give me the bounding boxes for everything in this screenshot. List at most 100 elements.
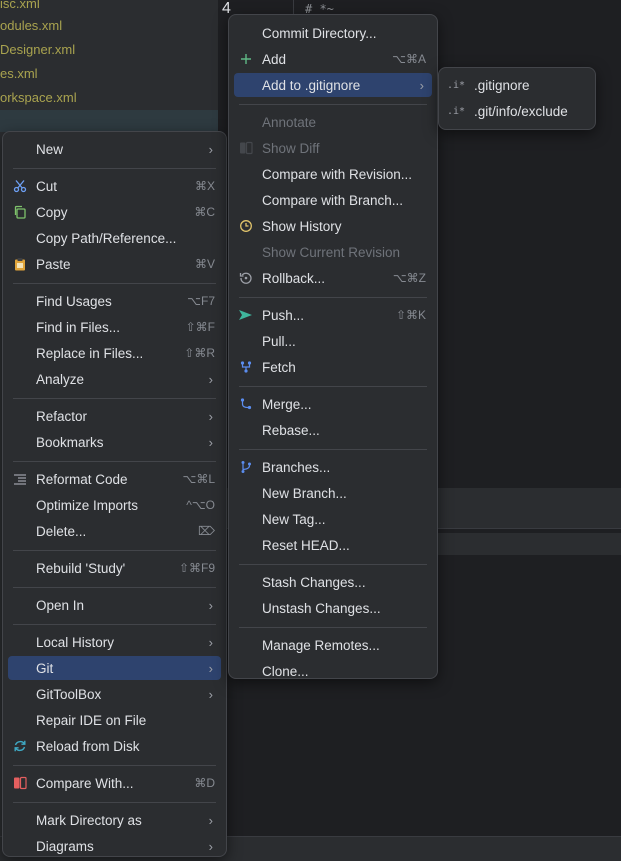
menu-item-label: Copy	[36, 204, 68, 220]
menu-item-copy-path-reference[interactable]: Copy Path/Reference...	[8, 226, 221, 250]
menu-item-label: Copy Path/Reference...	[36, 230, 177, 246]
chevron-right-icon: ›	[208, 434, 213, 450]
shortcut-hint: ⌦	[198, 524, 215, 538]
project-file-item[interactable]: Designer.xml	[0, 42, 75, 57]
menu-item-find-usages[interactable]: Find Usages ⌥F7	[8, 289, 221, 313]
menu-item-reset-head[interactable]: Reset HEAD...	[234, 533, 432, 557]
menu-item-label: Annotate	[262, 114, 317, 130]
menu-item-branches[interactable]: Branches...	[234, 455, 432, 479]
menu-item-label: Clone...	[262, 663, 309, 679]
menu-item-label: Repair IDE on File	[36, 712, 147, 728]
menu-item-bookmarks[interactable]: Bookmarks ›	[8, 430, 221, 454]
selected-file-row	[0, 110, 218, 132]
menu-item-show-history[interactable]: Show History	[234, 214, 432, 238]
chevron-right-icon: ›	[208, 597, 213, 613]
reload-icon	[12, 738, 28, 754]
menu-item-delete[interactable]: Delete... ⌦	[8, 519, 221, 543]
menu-item-label: Find Usages	[36, 293, 112, 309]
menu-item-label: Diagrams	[36, 838, 94, 854]
menu-item-label: Replace in Files...	[36, 345, 144, 361]
menu-item-label: Cut	[36, 178, 58, 194]
menu-item-pull[interactable]: Pull...	[234, 329, 432, 353]
menu-item-rebase[interactable]: Rebase...	[234, 418, 432, 442]
menu-item-git-info-exclude[interactable]: .i* .git/info/exclude	[444, 99, 590, 123]
push-icon	[238, 307, 254, 323]
menu-separator	[13, 168, 216, 169]
menu-item-label: Push...	[262, 307, 305, 323]
menu-item-label: Rebuild 'Study'	[36, 560, 126, 576]
project-file-item[interactable]: orkspace.xml	[0, 90, 77, 105]
menu-item-reload-from-disk[interactable]: Reload from Disk	[8, 734, 221, 758]
menu-item-add-to-gitignore[interactable]: Add to .gitignore ›	[234, 73, 432, 97]
compare-icon	[12, 775, 28, 791]
menu-item-label: Show History	[262, 218, 342, 234]
plus-icon	[238, 51, 254, 67]
fetch-icon	[238, 359, 254, 375]
menu-item-new-branch[interactable]: New Branch...	[234, 481, 432, 505]
menu-item-label: GitToolBox	[36, 686, 102, 702]
menu-separator	[13, 398, 216, 399]
menu-item-new-tag[interactable]: New Tag...	[234, 507, 432, 531]
menu-item-manage-remotes[interactable]: Manage Remotes...	[234, 633, 432, 657]
menu-item-new[interactable]: New ›	[8, 137, 221, 161]
menu-item-optimize-imports[interactable]: Optimize Imports ^⌥O	[8, 493, 221, 517]
menu-item-label: New Branch...	[262, 485, 347, 501]
menu-item-rollback[interactable]: Rollback... ⌥⌘Z	[234, 266, 432, 290]
shortcut-hint: ⇧⌘F9	[178, 561, 215, 575]
menu-item-label: Rollback...	[262, 270, 326, 286]
menu-item-clone[interactable]: Clone...	[234, 659, 432, 683]
menu-item-add[interactable]: Add ⌥⌘A	[234, 47, 432, 71]
menu-item-label: Rebase...	[262, 422, 320, 438]
chevron-right-icon: ›	[208, 686, 213, 702]
menu-item-cut[interactable]: Cut ⌘X	[8, 174, 221, 198]
menu-separator	[239, 627, 427, 628]
menu-item-gitignore[interactable]: .i* .gitignore	[444, 73, 590, 97]
menu-item-mark-directory-as[interactable]: Mark Directory as ›	[8, 808, 221, 832]
menu-item-push[interactable]: Push... ⇧⌘K	[234, 303, 432, 327]
menu-item-repair-ide-on-file[interactable]: Repair IDE on File	[8, 708, 221, 732]
menu-item-show-current-revision: Show Current Revision	[234, 240, 432, 264]
project-file-item[interactable]: es.xml	[0, 66, 38, 81]
chevron-right-icon: ›	[208, 408, 213, 424]
diff-icon	[238, 140, 254, 156]
menu-item-analyze[interactable]: Analyze ›	[8, 367, 221, 391]
menu-item-local-history[interactable]: Local History ›	[8, 630, 221, 654]
menu-item-label: Pull...	[262, 333, 296, 349]
chevron-right-icon: ›	[208, 660, 213, 676]
menu-item-label: Add to .gitignore	[262, 77, 361, 93]
menu-item-reformat-code[interactable]: Reformat Code ⌥⌘L	[8, 467, 221, 491]
menu-item-unstash-changes[interactable]: Unstash Changes...	[234, 596, 432, 620]
reformat-icon	[12, 471, 28, 487]
menu-item-label: Unstash Changes...	[262, 600, 381, 616]
shortcut-hint: ⌘X	[194, 179, 215, 193]
menu-item-fetch[interactable]: Fetch	[234, 355, 432, 379]
menu-item-stash-changes[interactable]: Stash Changes...	[234, 570, 432, 594]
menu-item-copy[interactable]: Copy ⌘C	[8, 200, 221, 224]
project-file-item[interactable]: odules.xml	[0, 18, 62, 33]
menu-item-replace-in-files[interactable]: Replace in Files... ⇧⌘R	[8, 341, 221, 365]
menu-separator	[239, 104, 427, 105]
menu-item-diagrams[interactable]: Diagrams ›	[8, 834, 221, 858]
menu-item-open-in[interactable]: Open In ›	[8, 593, 221, 617]
menu-item-paste[interactable]: Paste ⌘V	[8, 252, 221, 276]
menu-item-label: New Tag...	[262, 511, 326, 527]
menu-item-label: Refactor	[36, 408, 88, 424]
menu-item-compare-with-branch[interactable]: Compare with Branch...	[234, 188, 432, 212]
menu-item-commit-directory[interactable]: Commit Directory...	[234, 21, 432, 45]
menu-item-compare-with-revision[interactable]: Compare with Revision...	[234, 162, 432, 186]
project-context-menu: New › Cut ⌘X Copy ⌘C Copy Path/Reference... Pas…	[2, 131, 227, 857]
menu-item-compare-with[interactable]: Compare With... ⌘D	[8, 771, 221, 795]
menu-item-label: Fetch	[262, 359, 296, 375]
menu-item-label: Merge...	[262, 396, 312, 412]
menu-item-rebuild-study[interactable]: Rebuild 'Study' ⇧⌘F9	[8, 556, 221, 580]
branch-icon	[238, 459, 254, 475]
menu-item-label: New	[36, 141, 64, 157]
project-file-item[interactable]: isc.xml	[0, 0, 40, 11]
menu-item-git[interactable]: Git ›	[8, 656, 221, 680]
menu-item-refactor[interactable]: Refactor ›	[8, 404, 221, 428]
menu-item-gittoolbox[interactable]: GitToolBox ›	[8, 682, 221, 706]
shortcut-hint: ⌘V	[194, 257, 215, 271]
menu-item-label: Open In	[36, 597, 85, 613]
menu-item-find-in-files[interactable]: Find in Files... ⇧⌘F	[8, 315, 221, 339]
menu-item-merge[interactable]: Merge...	[234, 392, 432, 416]
